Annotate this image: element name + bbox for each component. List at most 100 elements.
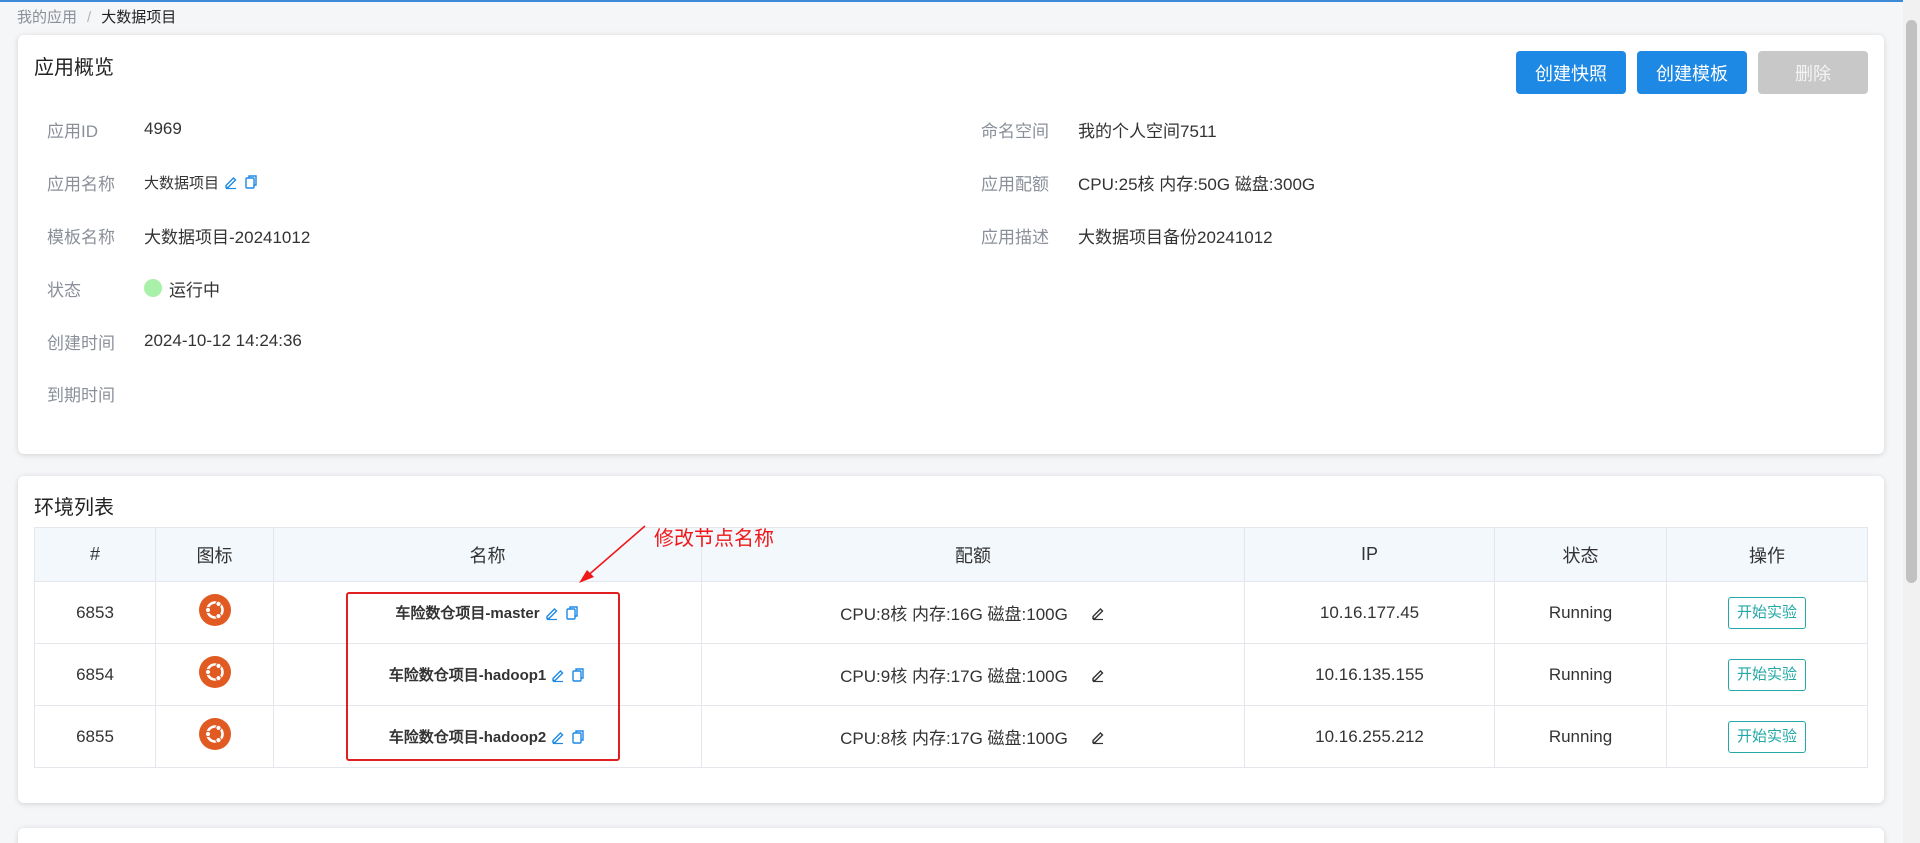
quota-value: CPU:25核 内存:50G 磁盘:300G	[1078, 174, 1316, 194]
edit-icon[interactable]	[550, 667, 566, 683]
row-status: Running	[1494, 643, 1667, 706]
breadcrumb-current: 大数据项目	[101, 9, 177, 26]
row-quota-cell: CPU:8核 内存:16G 磁盘:100G	[701, 581, 1245, 644]
template-name-label: 模板名称	[47, 227, 115, 247]
row-name-cell: 车险数仓项目-hadoop2	[273, 705, 702, 768]
app-id-label: 应用ID	[47, 121, 98, 141]
field-expire: 到期时间	[47, 381, 144, 405]
copy-icon[interactable]	[570, 667, 586, 683]
row-status: Running	[1494, 705, 1667, 768]
col-header-ip: IP	[1244, 527, 1495, 582]
app-name-value: 大数据项目	[144, 174, 220, 192]
status-value: 运行中	[169, 280, 220, 300]
table-header-row: # 图标 名称 配额 IP 状态 操作	[34, 527, 1868, 582]
col-header-quota: 配额	[701, 527, 1245, 582]
ubuntu-icon	[198, 718, 231, 750]
row-status: Running	[1494, 581, 1667, 644]
row-name-cell: 车险数仓项目-master	[273, 581, 702, 644]
row-name: 车险数仓项目-master	[395, 605, 540, 622]
row-icon-cell	[155, 643, 274, 706]
row-ip: 10.16.135.155	[1244, 643, 1495, 706]
col-header-icon: 图标	[155, 527, 274, 582]
env-list-card: 环境列表 # 图标 名称 配额 IP 状态 操作 6853 车险数仓项目-mas…	[18, 476, 1884, 803]
breadcrumb-separator: /	[87, 9, 92, 26]
row-name: 车险数仓项目-hadoop2	[388, 729, 547, 746]
start-experiment-button[interactable]: 开始实验	[1727, 596, 1806, 629]
field-description: 应用描述 大数据项目备份20241012	[981, 223, 1273, 247]
copy-icon[interactable]	[243, 174, 259, 190]
edit-icon[interactable]	[223, 174, 239, 190]
description-value: 大数据项目备份20241012	[1078, 227, 1273, 247]
next-card	[18, 828, 1884, 843]
field-namespace: 命名空间 我的个人空间7511	[981, 117, 1217, 141]
start-experiment-button[interactable]: 开始实验	[1727, 720, 1806, 753]
col-header-status: 状态	[1494, 527, 1667, 582]
field-status: 状态 运行中	[47, 276, 220, 300]
ubuntu-icon	[198, 656, 231, 688]
scrollbar-thumb[interactable]	[1906, 20, 1917, 583]
app-name-container: 大数据项目	[144, 172, 259, 193]
create-snapshot-button[interactable]: 创建快照	[1516, 51, 1626, 94]
row-icon-cell	[155, 581, 274, 644]
col-header-index: #	[34, 527, 156, 582]
create-template-button[interactable]: 创建模板	[1637, 51, 1747, 94]
env-list-title: 环境列表	[34, 497, 114, 519]
row-id: 6854	[34, 643, 156, 706]
namespace-label: 命名空间	[981, 121, 1049, 141]
app-name-label: 应用名称	[47, 174, 115, 194]
created-value: 2024-10-12 14:24:36	[144, 331, 302, 350]
edit-icon[interactable]	[544, 605, 560, 621]
row-quota: CPU:9核 内存:17G 磁盘:100G	[840, 667, 1068, 686]
app-id-value: 4969	[144, 119, 182, 138]
row-action-cell: 开始实验	[1666, 581, 1868, 644]
row-id: 6855	[34, 705, 156, 768]
row-action-cell: 开始实验	[1666, 705, 1868, 768]
row-quota: CPU:8核 内存:16G 磁盘:100G	[840, 605, 1068, 624]
expire-label: 到期时间	[47, 385, 115, 405]
row-ip: 10.16.255.212	[1244, 705, 1495, 768]
template-name-value: 大数据项目-20241012	[144, 227, 311, 247]
row-quota-cell: CPU:9核 内存:17G 磁盘:100G	[701, 643, 1245, 706]
ubuntu-icon	[198, 594, 231, 626]
quota-label: 应用配额	[981, 174, 1049, 194]
env-table: # 图标 名称 配额 IP 状态 操作 6853 车险数仓项目-master C…	[34, 527, 1868, 768]
namespace-value: 我的个人空间7511	[1078, 121, 1217, 141]
created-label: 创建时间	[47, 333, 115, 353]
field-template-name: 模板名称 大数据项目-20241012	[47, 223, 310, 247]
row-id: 6853	[34, 581, 156, 644]
annotation-arrow-icon	[579, 525, 646, 583]
edit-quota-icon[interactable]	[1090, 729, 1106, 745]
row-name: 车险数仓项目-hadoop1	[388, 667, 547, 684]
status-dot-icon	[144, 279, 162, 297]
field-app-id: 应用ID 4969	[47, 117, 182, 141]
copy-icon[interactable]	[564, 605, 580, 621]
status-label: 状态	[47, 280, 81, 300]
row-name-cell: 车险数仓项目-hadoop1	[273, 643, 702, 706]
copy-icon[interactable]	[570, 729, 586, 745]
overview-title: 应用概览	[34, 57, 114, 79]
table-row: 6853 车险数仓项目-master CPU:8核 内存:16G 磁盘:100G…	[34, 581, 1868, 644]
row-ip: 10.16.177.45	[1244, 581, 1495, 644]
annotation-text: 修改节点名称	[654, 528, 774, 550]
description-label: 应用描述	[981, 227, 1049, 247]
breadcrumb-my-apps[interactable]: 我的应用	[17, 8, 77, 28]
row-quota: CPU:8核 内存:17G 磁盘:100G	[840, 729, 1068, 748]
field-quota: 应用配额 CPU:25核 内存:50G 磁盘:300G	[981, 170, 1315, 194]
row-quota-cell: CPU:8核 内存:17G 磁盘:100G	[701, 705, 1245, 768]
status-container: 运行中	[144, 276, 220, 301]
field-app-name: 应用名称 大数据项目	[47, 170, 259, 194]
delete-button[interactable]: 删除	[1758, 51, 1868, 94]
overview-card: 应用概览 创建快照 创建模板 删除 应用ID 4969 应用名称 大数据项目 模…	[18, 35, 1884, 454]
field-created: 创建时间 2024-10-12 14:24:36	[47, 329, 302, 353]
breadcrumb: 我的应用 / 大数据项目	[17, 8, 176, 28]
col-header-action: 操作	[1666, 527, 1868, 582]
table-row: 6855 车险数仓项目-hadoop2 CPU:8核 内存:17G 磁盘:100…	[34, 705, 1868, 768]
table-row: 6854 车险数仓项目-hadoop1 CPU:9核 内存:17G 磁盘:100…	[34, 643, 1868, 706]
start-experiment-button[interactable]: 开始实验	[1727, 658, 1806, 691]
row-action-cell: 开始实验	[1666, 643, 1868, 706]
edit-quota-icon[interactable]	[1090, 605, 1106, 621]
top-accent-line	[0, 0, 1920, 2]
edit-icon[interactable]	[550, 729, 566, 745]
row-icon-cell	[155, 705, 274, 768]
edit-quota-icon[interactable]	[1090, 667, 1106, 683]
